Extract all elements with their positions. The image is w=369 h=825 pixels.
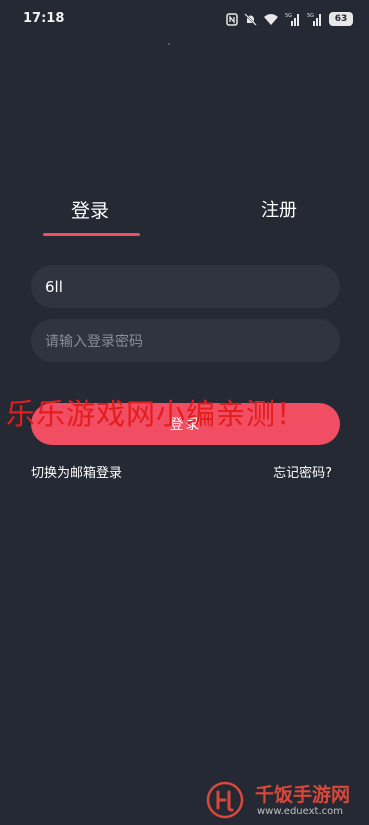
account-input[interactable]: 6ll: [31, 265, 340, 308]
forgot-password-link[interactable]: 忘记密码?: [273, 462, 332, 481]
camera-dot: [168, 43, 170, 45]
signal-2-icon: 5G: [307, 13, 321, 26]
battery-indicator: 63: [329, 12, 353, 26]
site-name: 千饭手游网: [255, 784, 351, 806]
active-tab-indicator: [43, 233, 140, 236]
status-bar: 17:18 5G 5G 63: [0, 0, 369, 40]
tab-register[interactable]: 注册: [261, 196, 297, 222]
nfc-icon: [226, 12, 238, 26]
switch-email-login-link[interactable]: 切换为邮箱登录: [31, 462, 122, 481]
site-logo-icon: [206, 781, 244, 819]
mute-bell-icon: [244, 12, 257, 26]
site-watermark: 千饭手游网 www.eduext.com: [205, 778, 365, 822]
network-2-label: 5G: [307, 13, 314, 19]
status-time: 17:18: [23, 11, 65, 26]
wifi-icon: [264, 13, 278, 25]
network-1-label: 5G: [285, 13, 292, 19]
signal-1-icon: 5G: [285, 13, 299, 26]
status-icons: 5G 5G 63: [226, 10, 353, 28]
tab-login[interactable]: 登录: [71, 196, 109, 223]
watermark-overlay-text: 乐乐游戏网小编亲测！: [6, 397, 307, 431]
password-input[interactable]: 请输入登录密码: [31, 319, 340, 362]
site-url: www.eduext.com: [257, 806, 343, 817]
